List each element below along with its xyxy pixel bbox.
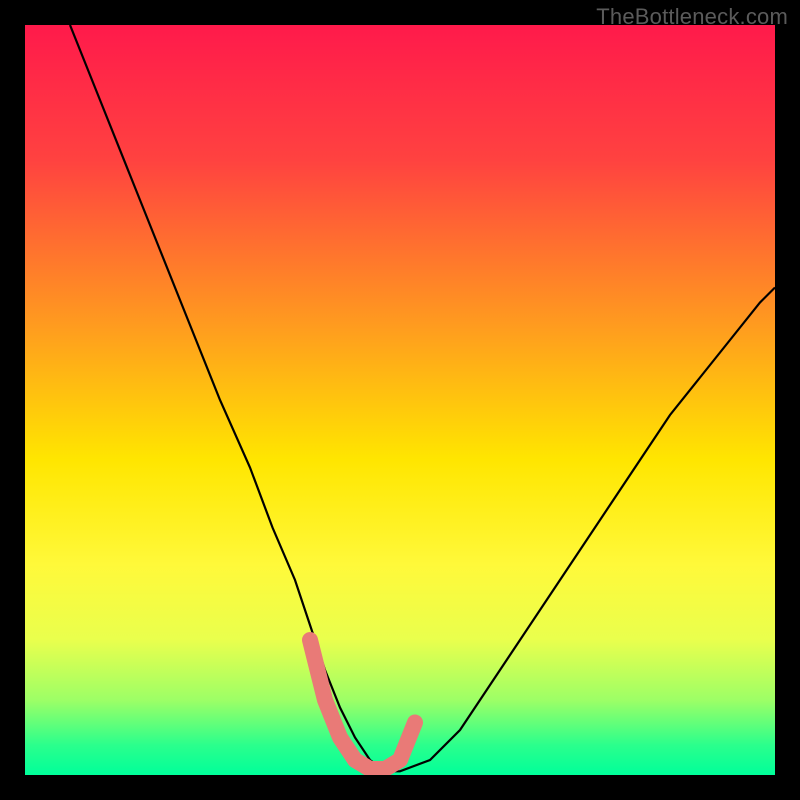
- gradient-background: [25, 25, 775, 775]
- plot-area: [25, 25, 775, 775]
- chart-frame: TheBottleneck.com: [0, 0, 800, 800]
- bottleneck-chart: [25, 25, 775, 775]
- watermark-text: TheBottleneck.com: [596, 4, 788, 30]
